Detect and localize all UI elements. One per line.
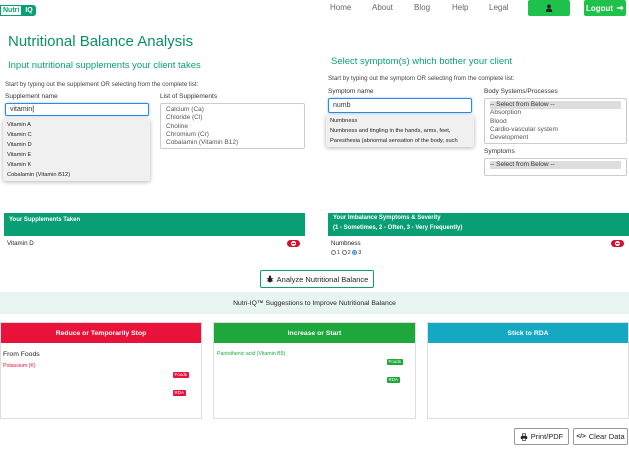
arrow-right-icon xyxy=(616,5,624,11)
body-systems-list[interactable]: -- Select from Below -- Absorption Blood… xyxy=(484,98,627,144)
print-button[interactable]: Print/PDF xyxy=(514,428,569,445)
body-systems-option[interactable]: Cardio-vascular system xyxy=(490,126,621,134)
logout-button[interactable]: Logout xyxy=(584,0,626,16)
nav-home[interactable]: Home xyxy=(330,3,351,12)
imbalance-header-line1: Your Imbalance Symptoms & Severity xyxy=(333,215,441,221)
autocomplete-option[interactable]: Vitamin K xyxy=(3,160,150,170)
symptom-autocomplete: Numbness Numbness and tingling in the ha… xyxy=(326,115,474,147)
clear-data-label: Clear Data xyxy=(588,432,625,441)
remove-icon[interactable] xyxy=(611,240,624,247)
increase-card: Increase or Start Pantothenic acid (Vita… xyxy=(213,322,416,419)
autocomplete-option[interactable]: Vitamin C xyxy=(3,130,150,140)
supplement-list-label: List of Supplements xyxy=(160,93,218,100)
code-icon: </> xyxy=(576,433,586,440)
increase-card-header: Increase or Start xyxy=(214,323,415,343)
reduce-card-header: Reduce or Temporarily Stop xyxy=(1,323,201,343)
rda-badge[interactable]: RDA xyxy=(387,377,400,383)
body-systems-option[interactable]: Blood xyxy=(490,118,621,126)
page-title: Nutritional Balance Analysis xyxy=(8,33,194,50)
symptoms-heading: Select symptom(s) which bother your clie… xyxy=(331,56,513,67)
user-button[interactable] xyxy=(528,0,570,16)
symptom-search-input[interactable]: numb xyxy=(328,98,472,113)
analyze-button[interactable]: Analyze Nutritional Balance xyxy=(260,270,374,288)
user-icon xyxy=(545,4,553,12)
imbalance-header: Your Imbalance Symptoms & Severity (1 - … xyxy=(328,213,629,236)
body-systems-option[interactable]: Absorption xyxy=(490,109,621,117)
supplements-heading: Input nutritional supplements your clien… xyxy=(8,60,201,71)
autocomplete-option[interactable]: Vitamin A xyxy=(3,120,150,130)
reduce-sub-heading: From Foods xyxy=(3,351,40,358)
autocomplete-option[interactable]: Numbness xyxy=(326,116,474,126)
supplement-autocomplete: Vitamin A Vitamin C Vitamin D Vitamin E … xyxy=(3,119,150,181)
autocomplete-option[interactable]: Vitamin D xyxy=(3,140,150,150)
symptoms-option[interactable]: -- Select from Below -- xyxy=(490,161,621,170)
severity-radio-3[interactable] xyxy=(352,250,358,256)
body-systems-label: Body Systems/Processes xyxy=(484,88,558,95)
nav-blog[interactable]: Blog xyxy=(414,3,430,12)
bug-icon xyxy=(266,275,274,283)
analyze-label: Analyze Nutritional Balance xyxy=(276,274,369,284)
nav-about[interactable]: About xyxy=(372,3,393,12)
remove-icon[interactable] xyxy=(287,240,300,247)
autocomplete-option[interactable]: Vitamin E xyxy=(3,150,150,160)
supplements-hint: Start by typing out the supplement OR se… xyxy=(5,81,199,88)
supplement-search-input[interactable]: vitamin| xyxy=(5,103,149,116)
reduce-item-label[interactable]: Potassium (K) xyxy=(3,363,36,369)
severity-radios: 1 2 3 xyxy=(331,250,361,256)
supplement-list-option[interactable]: Calcium (Ca) xyxy=(166,106,299,114)
body-systems-option[interactable]: -- Select from Below -- xyxy=(490,101,621,110)
supplement-list-option[interactable]: Cobalamin (Vitamin B12) xyxy=(166,139,299,147)
increase-item-label[interactable]: Pantothenic acid (Vitamin B5) xyxy=(217,351,285,357)
print-label: Print/PDF xyxy=(530,432,564,441)
rda-card: Stick to RDA xyxy=(427,322,629,419)
symptoms-list-label: Symptoms xyxy=(484,148,515,155)
logo-text-right: IQ xyxy=(22,5,36,16)
reduce-card: Reduce or Temporarily Stop From Foods Po… xyxy=(0,322,202,419)
nav-legal[interactable]: Legal xyxy=(489,3,509,12)
severity-2-label: 2 xyxy=(347,250,351,256)
rda-badge[interactable]: RDA xyxy=(173,390,186,396)
supplement-name-label: Supplement name xyxy=(5,93,58,100)
printer-icon xyxy=(520,432,527,441)
taken-item-label: Vitamin D xyxy=(7,240,34,247)
body-systems-option[interactable]: Development xyxy=(490,134,621,142)
app-logo[interactable]: Nutri IQ xyxy=(0,5,36,16)
autocomplete-option[interactable]: Cobalamin (Vitamin B12) xyxy=(3,170,150,180)
imbalance-header-line2: (1 - Sometimes, 2 - Often, 3 - Very Freq… xyxy=(333,224,463,231)
severity-radio-1[interactable] xyxy=(331,250,336,256)
severity-1-label: 1 xyxy=(337,250,341,256)
autocomplete-option[interactable]: Numbness and tingling in the hands, arms… xyxy=(326,126,474,136)
supplement-list[interactable]: Calcium (Ca) Chloride (Cl) Choline Chrom… xyxy=(160,103,305,149)
supplement-list-option[interactable]: Choline xyxy=(166,123,299,131)
clear-data-button[interactable]: </> Clear Data xyxy=(573,428,628,445)
increase-item-tags: Foods RDA xyxy=(387,350,415,386)
supplement-input-value: vitamin xyxy=(10,106,33,113)
imbalance-item-label: Numbness xyxy=(331,240,361,247)
nav-help[interactable]: Help xyxy=(452,3,468,12)
severity-3-label: 3 xyxy=(358,250,362,256)
suggestions-band: Nutri-IQ™ Suggestions to Improve Nutriti… xyxy=(0,292,629,314)
supplement-list-option[interactable]: Chromium (Cr) xyxy=(166,131,299,139)
logout-label: Logout xyxy=(585,3,614,13)
autocomplete-option[interactable]: Paresthesia (abnormal sensation of the b… xyxy=(326,136,474,146)
symptoms-list[interactable]: -- Select from Below -- xyxy=(484,158,627,176)
symptom-name-label: Symptom name xyxy=(328,88,374,95)
supplement-list-option[interactable]: Chloride (Cl) xyxy=(166,114,299,122)
symptoms-hint: Start by typing out the symptom OR selec… xyxy=(328,75,515,82)
severity-radio-2[interactable] xyxy=(341,250,347,256)
foods-badge[interactable]: Foods xyxy=(173,372,189,378)
logo-text-left: Nutri xyxy=(0,5,23,16)
reduce-item-tags: Foods RDA xyxy=(173,363,201,399)
symptom-input-value: numb xyxy=(333,102,351,109)
rda-card-header: Stick to RDA xyxy=(428,323,628,343)
foods-badge[interactable]: Foods xyxy=(387,359,403,365)
supplements-taken-header: Your Supplements Taken xyxy=(4,213,305,236)
